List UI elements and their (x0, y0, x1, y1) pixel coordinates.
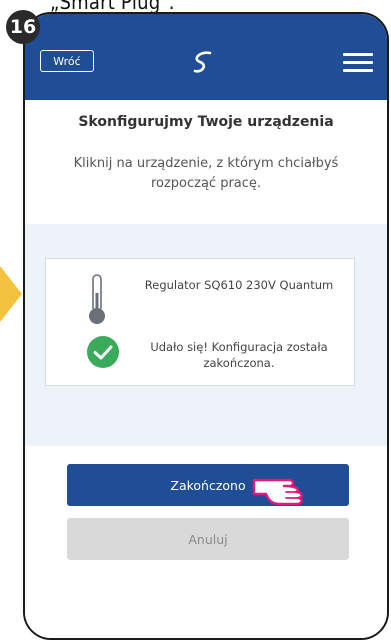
device-card[interactable]: Regulator SQ610 230V Quantum Udało się! … (45, 258, 355, 386)
thermometer-icon (89, 274, 105, 324)
step-badge: 16 (6, 10, 40, 44)
arrow-marker-icon (0, 266, 22, 322)
menu-icon[interactable] (343, 53, 373, 73)
app-header: Wróć (25, 14, 387, 100)
page-subtitle: Kliknij na urządzenie, z którym chciałby… (73, 156, 339, 191)
device-name: Regulator SQ610 230V Quantum (144, 278, 334, 292)
logo-icon (193, 51, 212, 73)
cancel-button[interactable]: Anuluj (67, 518, 349, 560)
phone-frame: Wróć Skonfigurujmy Twoje urządzenia Klik… (23, 12, 389, 640)
page-title: Skonfigurujmy Twoje urządzenia (78, 114, 334, 130)
check-icon (87, 336, 119, 368)
back-button[interactable]: Wróć (40, 50, 94, 72)
app-screen: Wróć Skonfigurujmy Twoje urządzenia Klik… (25, 14, 387, 638)
hand-pointer-icon (252, 478, 303, 506)
device-list: Regulator SQ610 230V Quantum Udało się! … (25, 224, 387, 446)
main-content: Skonfigurujmy Twoje urządzenia Kliknij n… (25, 100, 387, 638)
status-message: Udało się! Konfiguracja została zakończo… (150, 340, 328, 370)
